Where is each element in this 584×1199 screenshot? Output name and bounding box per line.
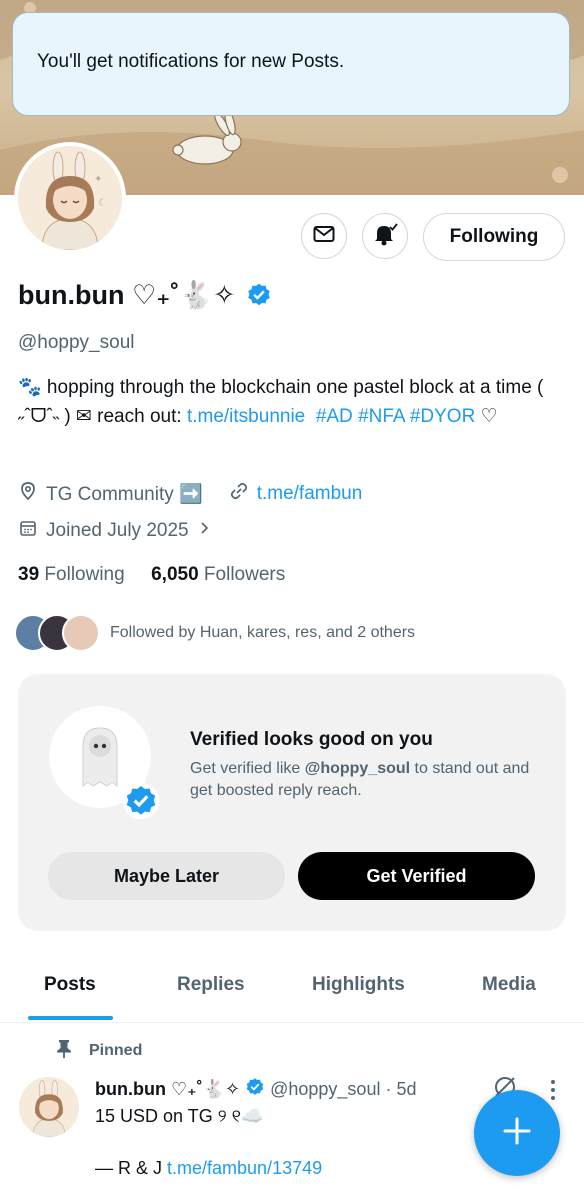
post-text: 15 USD on TG ୨ ୧☁️ [95,1106,264,1126]
get-verified-button[interactable]: Get Verified [298,852,535,900]
verified-badge-icon[interactable] [246,282,272,308]
hashtag-dyor[interactable]: #DYOR [410,406,475,427]
post-author-name[interactable]: bun.bun ♡₊˚🐇✧ [95,1079,240,1100]
profile-handle: @hoppy_soul [18,332,135,353]
card-title: Verified looks good on you [190,729,433,750]
plus-icon [502,1116,532,1151]
post-text-line2: — R & J t.me/fambun/13749 [95,1158,323,1178]
svg-text:☾: ☾ [98,198,107,209]
following-button[interactable]: Following [423,213,565,261]
envelope-icon [312,222,336,251]
maybe-later-button[interactable]: Maybe Later [48,852,285,900]
profile-avatar[interactable]: ✦ ☾ [14,142,126,254]
followed-by-row[interactable]: Followed by Huan, kares, res, and 2 othe… [14,614,415,652]
verified-badge-icon [122,782,160,825]
link-icon [229,481,249,507]
more-options-icon[interactable] [548,1078,558,1107]
joined-row[interactable]: Joined July 2025 [18,518,213,544]
compose-post-button[interactable] [474,1090,560,1176]
website-link[interactable]: t.me/fambun [257,483,363,505]
pin-icon [55,1038,73,1063]
location-text: TG Community ➡️ [46,484,203,505]
verified-badge-icon [245,1077,265,1102]
tab-replies[interactable]: Replies [177,974,245,996]
tab-highlights[interactable]: Highlights [312,974,405,996]
follower-avatar [62,614,100,652]
post-time: · 5d [385,1079,417,1099]
calendar-icon [18,518,38,544]
profile-bio: 🐾 hopping through the blockchain one pas… [18,377,544,427]
svg-text:✦: ✦ [94,174,102,185]
following-stat[interactable]: 39 Following [18,564,125,585]
chevron-right-icon [197,520,213,542]
display-name: bun.bun ♡₊˚🐇✧ [18,279,272,311]
pinned-label-row: Pinned [55,1038,142,1063]
post-link[interactable]: t.me/fambun/13749 [167,1158,322,1178]
profile-meta-row: TG Community ➡️ t.me/fambun [18,481,362,507]
verified-upsell-card: Verified looks good on you Get verified … [18,674,566,931]
post-header: bun.bun ♡₊˚🐇✧ @hoppy_soul · 5d [95,1077,417,1102]
followers-stat[interactable]: 6,050 Followers [151,564,285,585]
bell-check-icon [372,221,398,252]
tab-media[interactable]: Media [482,974,536,996]
notifications-button[interactable] [362,213,408,259]
post-author-avatar[interactable] [19,1077,79,1137]
follow-stats: 39 Following 6,050 Followers [18,564,285,586]
bio-link[interactable]: t.me/itsbunnie [187,406,305,427]
hashtag-nfa[interactable]: #NFA [358,406,404,427]
followed-by-text: Followed by Huan, kares, res, and 2 othe… [110,624,416,641]
hashtag-ad[interactable]: #AD [316,406,353,427]
post-author-handle[interactable]: @hoppy_soul [270,1079,380,1100]
joined-text: Joined July 2025 [46,520,189,541]
profile-tabs: Posts Replies Highlights Media [0,960,584,1023]
active-tab-indicator [28,1016,113,1020]
toast-text: You'll get notifications for new Posts. [37,51,345,72]
message-button[interactable] [301,213,347,259]
notification-toast: You'll get notifications for new Posts. [12,12,570,116]
tab-posts[interactable]: Posts [44,974,96,996]
location-pin-icon [18,481,38,507]
card-description: Get verified like @hoppy_soul to stand o… [190,760,530,799]
